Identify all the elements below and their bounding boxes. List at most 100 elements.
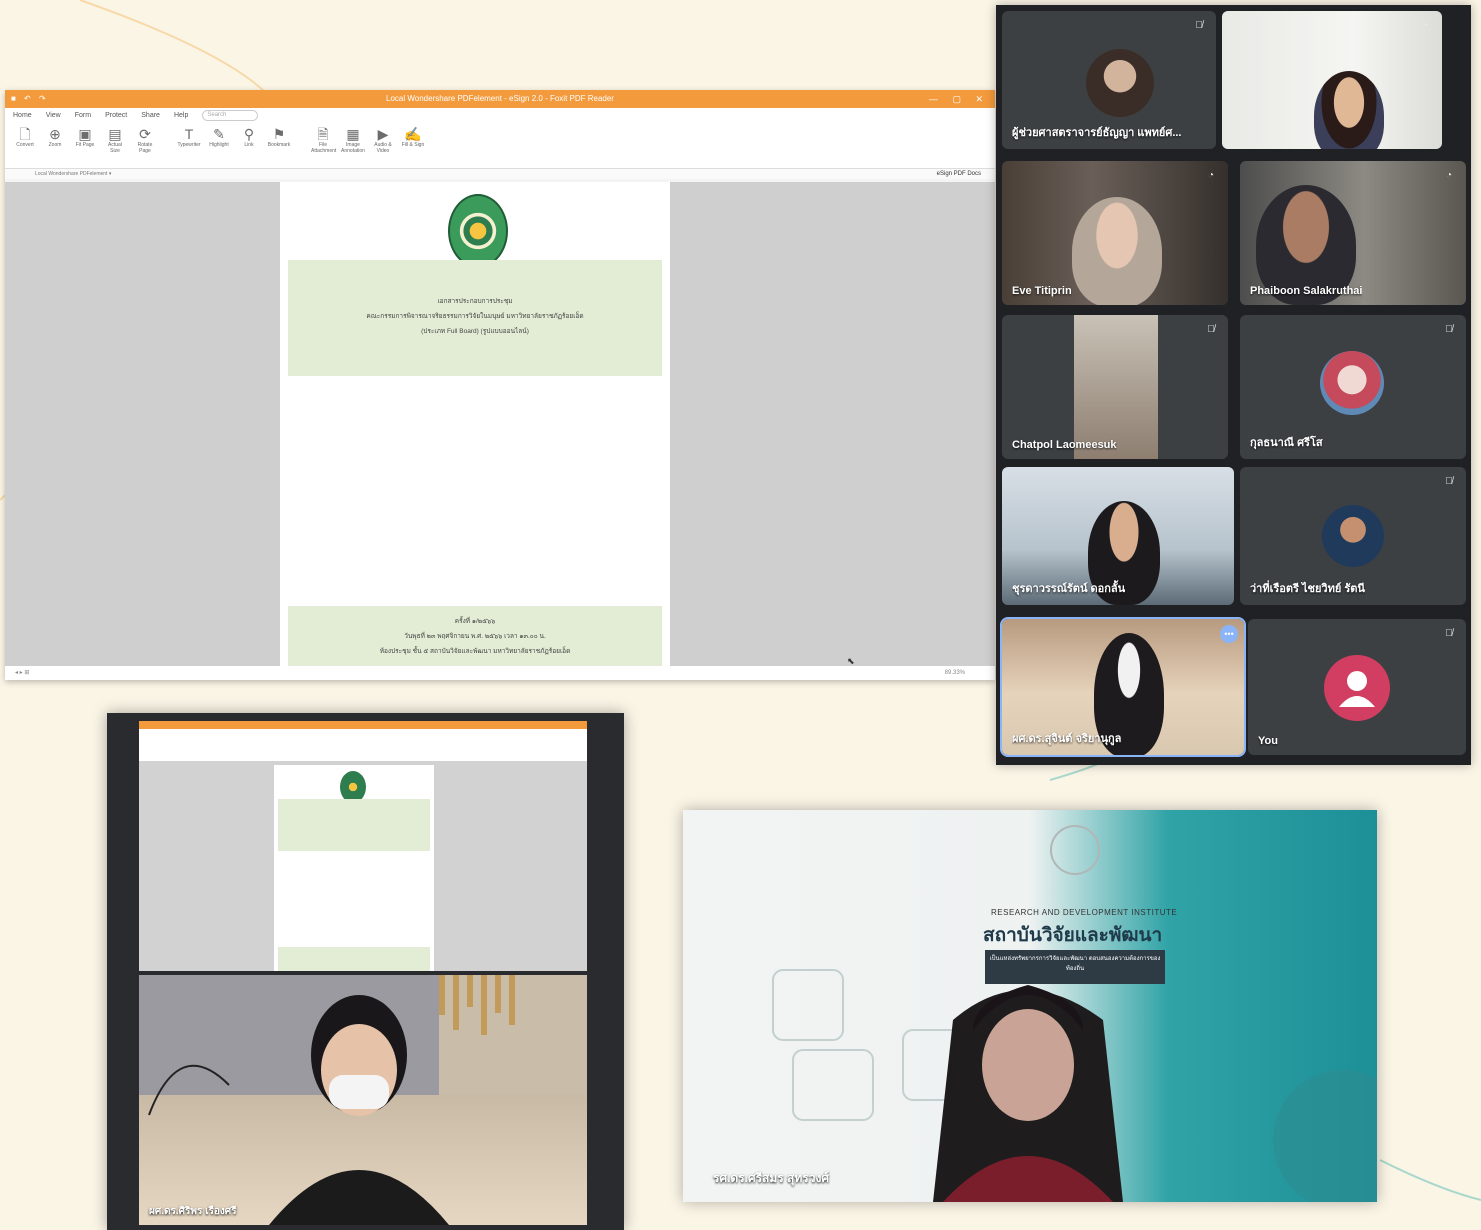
file-attachment-button[interactable]: 🗎 File Attachment (311, 122, 336, 154)
ribbon-label: Actual Size (108, 142, 122, 154)
participant-name: ชุรดาวรรณ์รัตน์ ดอกลั้น (1012, 583, 1126, 595)
participant-tile-active-speaker[interactable]: ••• ผศ.ดร.สุจินต์ จริยานุกูล (1000, 617, 1246, 757)
participant-tile[interactable]: 🎙̸ Chatpol Laomeesuk (1002, 315, 1228, 459)
document-icon: 🗋 (19, 126, 31, 142)
search-input[interactable]: Search (202, 109, 259, 121)
actual-size-button[interactable]: ▤ Actual Size (103, 122, 127, 154)
mic-icon: ◔ (1207, 170, 1215, 181)
ribbon-label: Bookmark (267, 142, 291, 148)
document-footer-band (278, 947, 430, 971)
mic-off-icon: 🎙̸ (1445, 628, 1453, 639)
doc-session: ครั้งที่ ๑/๒๕๖๖ (454, 618, 496, 625)
ribbon-label: Link (244, 142, 254, 148)
ribbon-label: Typewriter (177, 142, 201, 148)
participant-tile[interactable]: ◔ Eve Titiprin (1002, 161, 1228, 305)
doc-committee: คณะกรรมการพิจารณาจริยธรรมการวิจัยในมนุษย… (366, 313, 584, 320)
page-icon: ▤ (108, 126, 122, 142)
participant-tile[interactable]: ◔ (1222, 11, 1442, 149)
window-controls[interactable]: — ▢ ✕ (929, 90, 989, 108)
video-background (1074, 315, 1158, 459)
participant-tile[interactable]: 🎙̸ กุลธนาณี ศรีโส (1240, 315, 1466, 459)
ribbon-toolbar: 🗋 Convert ⊕ Zoom ▣ Fit Page ▤ Actual Size ⟳ R… (5, 122, 995, 169)
media-icon: ▶ (377, 126, 389, 142)
mic-off-icon: 🎙̸ (1195, 20, 1203, 31)
menu-item-view[interactable]: View (46, 112, 61, 119)
institute-tagline: เป็นแหล่งทรัพยากรการวิจัยและพัฒนา ตอบสนอ… (985, 950, 1165, 984)
shared-screen (139, 721, 587, 971)
menu-item-form[interactable]: Form (75, 112, 91, 119)
participant-tile[interactable]: ◔ Phaiboon Salakruthai (1240, 161, 1466, 305)
participant-video (1072, 197, 1162, 305)
esign-label[interactable]: eSign PDF Docs (937, 169, 981, 179)
ribbon-label: Fill & Sign (401, 142, 425, 148)
doc-date: วันพุธที่ ๒๓ พฤศจิกายน พ.ศ. ๒๕๖๖ เวลา ๑๓… (404, 633, 546, 640)
highlight-icon: ✎ (213, 126, 225, 142)
zoom-button[interactable]: ⊕ Zoom (43, 122, 67, 148)
participant-name: Chatpol Laomeesuk (1012, 439, 1117, 451)
menu-item-protect[interactable]: Protect (105, 112, 127, 119)
page-navigation[interactable]: ◂ ▸ ⊞ (15, 666, 29, 680)
typewriter-icon: T (184, 126, 194, 142)
default-avatar-icon (1324, 655, 1390, 721)
link-button[interactable]: ⚲ Link (237, 122, 261, 148)
zoom-level[interactable]: 89.33% (945, 666, 965, 680)
image-annotation-button[interactable]: ▦ Image Annotation (341, 122, 365, 154)
participant-name: ผศ.ดร.ศิริพร เรืองศรี (149, 1206, 237, 1217)
mic-icon: ◔ (1421, 20, 1429, 31)
mic-icon: ◔ (1445, 170, 1453, 181)
shared-titlebar (139, 721, 587, 729)
fit-page-icon: ▣ (78, 126, 92, 142)
bookmark-button[interactable]: ⚑ Bookmark (267, 122, 291, 148)
sign-icon: ✍ (404, 126, 422, 142)
audio-video-button[interactable]: ▶ Audio & Video (371, 122, 395, 154)
convert-button[interactable]: 🗋 Convert (13, 122, 37, 148)
highlight-button[interactable]: ✎ Highlight (207, 122, 231, 148)
menu-item-home[interactable]: Home (13, 112, 32, 119)
typewriter-button[interactable]: T Typewriter (177, 122, 201, 148)
mic-off-icon: 🎙̸ (1207, 324, 1215, 335)
quick-access-toolbar[interactable]: ■ ↶ ↷ (11, 90, 49, 108)
user-icon (1339, 671, 1375, 707)
pdf-editor-window: ■ ↶ ↷ Local Wondershare PDFelement - eSi… (5, 90, 995, 680)
participant-tile[interactable]: 🎙̸ ผู้ช่วยศาสตราจารย์ธัญญา แพทย์ศ... (1002, 11, 1216, 149)
status-bar: ◂ ▸ ⊞ 89.33% (5, 666, 995, 680)
university-seal-logo (448, 194, 508, 268)
mic-off-icon: 🎙̸ (1445, 324, 1453, 335)
ribbon-label: Rotate Page (137, 142, 153, 154)
ribbon-label: Audio & Video (374, 142, 392, 154)
document-header-band (278, 799, 430, 851)
document-header-band: เอกสารประกอบการประชุม คณะกรรมการพิจารณาจ… (288, 260, 662, 376)
participant-name: You (1258, 735, 1278, 747)
shared-pdf-page (274, 765, 434, 971)
ribbon-label: Highlight (209, 142, 229, 148)
document-viewport[interactable]: เอกสารประกอบการประชุม คณะกรรมการพิจารณาจ… (5, 182, 995, 666)
menu-bar: Home View Form Protect Share Help Search (5, 108, 995, 122)
avatar (1322, 505, 1384, 567)
participant-tile[interactable]: ชุรดาวรรณ์รัตน์ ดอกลั้น (1002, 467, 1234, 605)
participant-name: ผศ.ดร.สุจินต์ จริยานุกูล (1012, 733, 1122, 745)
rotate-icon: ⟳ (139, 126, 151, 142)
fit-page-button[interactable]: ▣ Fit Page (73, 122, 97, 148)
zoom-icon: ⊕ (49, 126, 61, 142)
participant-tile-self[interactable]: 🎙̸ You (1248, 619, 1466, 755)
video-call-screenshot-left: ผศ.ดร.ศิริพร เรืองศรี (107, 713, 624, 1230)
menu-item-help[interactable]: Help (174, 112, 188, 119)
document-tab[interactable]: Local Wondershare PDFelement ▾ (35, 171, 111, 177)
participant-tile[interactable]: 🎙̸ ว่าที่เรือตรี ไชยวิทย์ รัตนี (1240, 467, 1466, 605)
link-icon: ⚲ (243, 126, 255, 142)
video-call-screenshot-right: RESEARCH AND DEVELOPMENT INSTITUTE สถาบั… (683, 810, 1377, 1202)
participant-name: Phaiboon Salakruthai (1250, 285, 1363, 297)
menu-item-share[interactable]: Share (141, 112, 160, 119)
rotate-page-button[interactable]: ⟳ Rotate Page (133, 122, 157, 154)
document-footer-band: ครั้งที่ ๑/๒๕๖๖ วันพุธที่ ๒๓ พฤศจิกายน พ… (288, 606, 662, 666)
participant-name: Eve Titiprin (1012, 285, 1072, 297)
pdf-titlebar: ■ ↶ ↷ Local Wondershare PDFelement - eSi… (5, 90, 995, 108)
image-icon: ▦ (346, 126, 360, 142)
avatar (1320, 351, 1384, 415)
attachment-icon: 🗎 (317, 126, 329, 142)
ribbon-label: Fit Page (75, 142, 95, 148)
participant-name: กุลธนาณี ศรีโส (1250, 437, 1323, 449)
window-title: Local Wondershare PDFelement - eSign 2.0… (386, 94, 614, 103)
fill-sign-button[interactable]: ✍ Fill & Sign (401, 122, 425, 148)
video-call-grid: 🎙̸ ผู้ช่วยศาสตราจารย์ธัญญา แพทย์ศ... ◔ ◔… (996, 5, 1471, 765)
